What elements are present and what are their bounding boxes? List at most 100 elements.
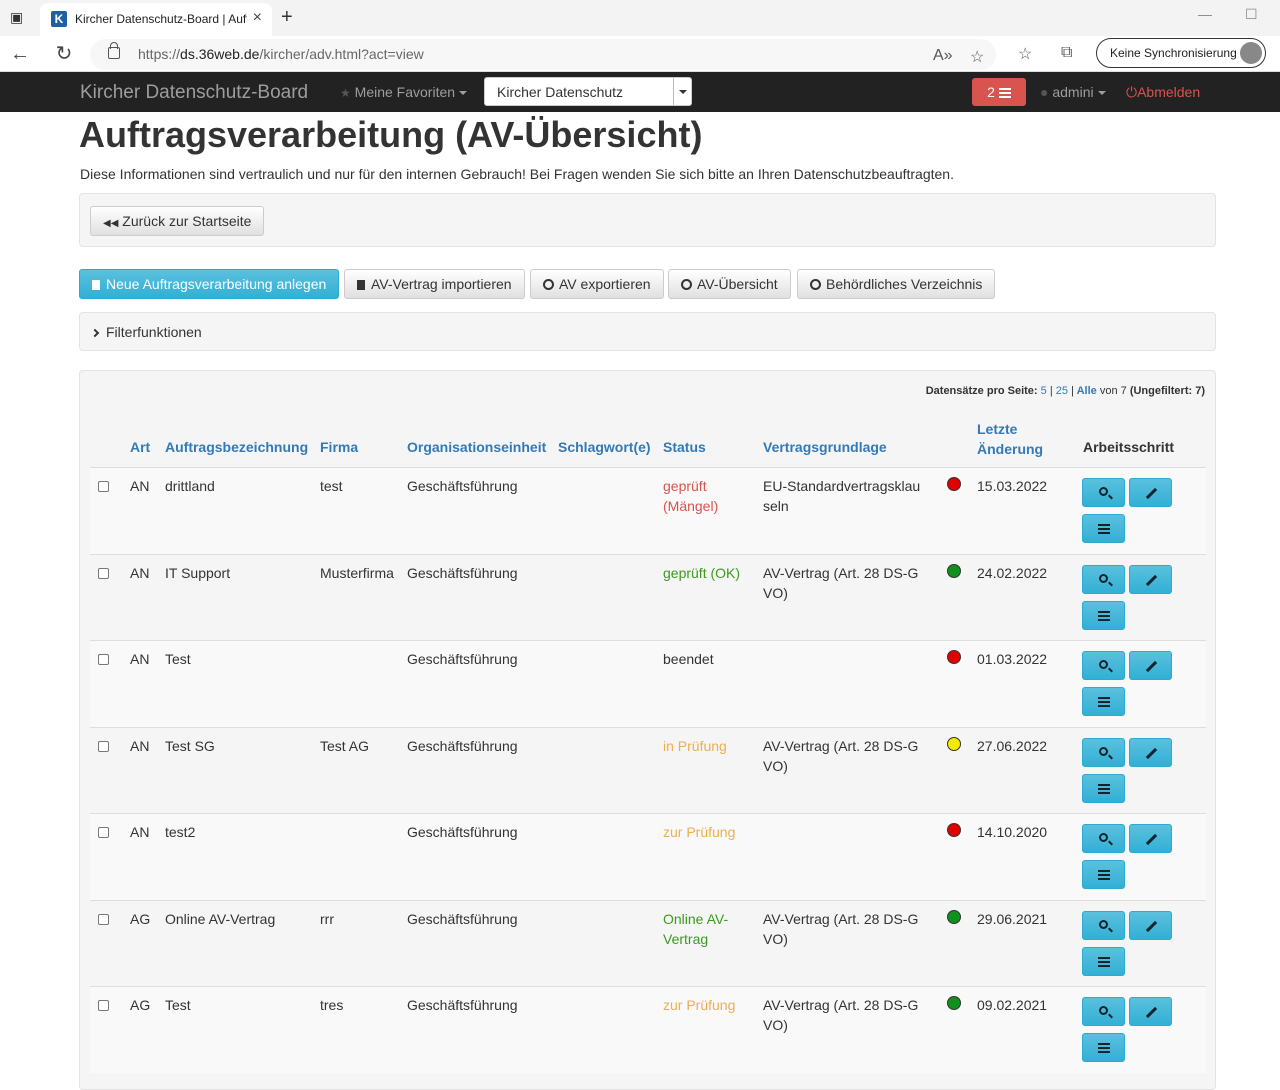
new-processing-button[interactable]: Neue Auftragsverarbeitung anlegen xyxy=(79,269,340,299)
view-button[interactable] xyxy=(1082,651,1125,680)
status-light-icon xyxy=(947,909,961,924)
th-letzte-aenderung[interactable]: Letzte Änderung xyxy=(977,419,1057,459)
cell-organisationseinheit: Geschäftsführung xyxy=(407,824,518,840)
read-aloud-icon[interactable]: A» xyxy=(933,47,953,65)
th-bezeichnung[interactable]: Auftragsbezeichnung xyxy=(165,437,308,457)
org-select[interactable]: Kircher Datenschutz xyxy=(484,77,692,106)
view-button[interactable] xyxy=(1082,478,1125,507)
page-size-all-link[interactable]: Alle xyxy=(1077,385,1097,397)
steps-button[interactable] xyxy=(1082,773,1125,803)
pencil-icon xyxy=(1145,1006,1158,1019)
steps-button[interactable] xyxy=(1082,514,1125,543)
row-checkbox[interactable] xyxy=(98,740,109,752)
table-panel: Datensätze pro Seite: 5 | 25 | Alle von … xyxy=(79,370,1216,1090)
row-checkbox[interactable] xyxy=(98,654,109,665)
maximize-icon[interactable]: ☐ xyxy=(1245,6,1258,23)
row-checkbox[interactable] xyxy=(98,913,109,925)
favorites-menu[interactable]: ★ Meine Favoriten xyxy=(340,84,468,100)
th-schlagworte[interactable]: Schlagwort(e) xyxy=(558,437,651,457)
search-icon xyxy=(1099,833,1108,842)
new-tab-icon[interactable]: + xyxy=(281,6,293,29)
th-status[interactable]: Status xyxy=(663,437,706,457)
minimize-icon[interactable]: — xyxy=(1198,6,1212,22)
add-favorite-icon[interactable]: ☆ xyxy=(970,47,984,67)
edit-button[interactable] xyxy=(1129,651,1172,680)
url-field[interactable]: https://ds.36web.de/kircher/adv.html?act… xyxy=(90,39,996,70)
cell-bezeichnung: test2 xyxy=(165,824,196,840)
cell-art: AG xyxy=(130,997,151,1013)
list-icon xyxy=(1098,956,1110,967)
view-button[interactable] xyxy=(1082,997,1125,1026)
table-row: AN IT Support Musterfirma Geschäftsführung g… xyxy=(90,553,1206,641)
browser-tab[interactable]: K Kircher Datenschutz-Board | Auftr × xyxy=(40,3,272,36)
status-light-icon xyxy=(947,650,961,664)
cell-status: zur Prüfung xyxy=(663,824,736,840)
view-button[interactable] xyxy=(1082,564,1125,594)
edit-button[interactable] xyxy=(1129,824,1172,853)
power-icon: ⏻ xyxy=(1126,84,1138,100)
notifications-button[interactable]: 2 xyxy=(972,78,1026,106)
registry-button[interactable]: Behördliches Verzeichnis xyxy=(797,269,996,299)
paging-total: von 7 xyxy=(1099,385,1127,397)
cell-letzte-aenderung: 14.10.2020 xyxy=(977,824,1048,840)
page-size-25-link[interactable]: 25 xyxy=(1056,385,1068,397)
row-checkbox[interactable] xyxy=(98,827,109,838)
cell-firma: Test AG xyxy=(320,737,370,754)
sync-button[interactable]: Keine Synchronisierung xyxy=(1096,38,1266,68)
import-contract-button[interactable]: AV-Vertrag importieren xyxy=(344,269,525,299)
back-icon[interactable]: ← xyxy=(8,42,32,66)
collections-icon[interactable]: ⧉ xyxy=(1061,44,1072,62)
th-organisationseinheit[interactable]: Organisationseinheit xyxy=(407,437,546,457)
edit-button[interactable] xyxy=(1129,997,1172,1026)
filter-toggle[interactable]: Filterfunktionen xyxy=(90,324,202,340)
search-icon xyxy=(1099,487,1108,496)
edit-button[interactable] xyxy=(1129,910,1172,940)
cell-vertragsgrundlage: AV-Vertrag (Art. 28 DS-GVO) xyxy=(763,564,919,601)
th-firma[interactable]: Firma xyxy=(320,437,358,457)
steps-button[interactable] xyxy=(1082,687,1125,716)
back-to-start-button[interactable]: ◀◀ Zurück zur Startseite xyxy=(90,206,265,236)
chevron-right-icon xyxy=(90,328,100,338)
favorites-icon[interactable]: ☆ xyxy=(1018,44,1032,64)
overview-button[interactable]: AV-Übersicht xyxy=(668,269,791,299)
page-size-5-link[interactable]: 5 xyxy=(1041,385,1047,397)
close-tab-icon[interactable]: × xyxy=(253,9,262,27)
window-menu-icon[interactable]: ▣ xyxy=(10,9,23,26)
view-button[interactable] xyxy=(1082,910,1125,940)
edit-button[interactable] xyxy=(1129,478,1172,507)
steps-button[interactable] xyxy=(1082,946,1125,976)
url-text: https://ds.36web.de/kircher/adv.html?act… xyxy=(138,46,424,62)
export-button[interactable]: AV exportieren xyxy=(530,269,664,299)
file-icon xyxy=(92,280,100,290)
caret-down-icon xyxy=(459,91,468,96)
steps-button[interactable] xyxy=(1082,1033,1125,1062)
caret-down-icon xyxy=(1097,91,1106,96)
logout-label: Abmelden xyxy=(1137,84,1201,100)
pencil-icon xyxy=(1145,487,1158,500)
paging-label: Datensätze pro Seite: xyxy=(925,385,1038,397)
filter-well: Filterfunktionen xyxy=(79,312,1216,351)
logout-link[interactable]: ⏻Abmelden xyxy=(1126,84,1200,101)
reload-icon[interactable]: ↻ xyxy=(52,42,76,66)
user-menu[interactable]: ● admini xyxy=(1040,84,1106,100)
status-light-icon xyxy=(947,563,961,578)
cell-letzte-aenderung: 29.06.2021 xyxy=(977,910,1048,927)
th-art[interactable]: Art xyxy=(130,437,150,457)
pencil-icon xyxy=(1145,574,1158,586)
info-circle-icon xyxy=(543,279,554,290)
row-checkbox[interactable] xyxy=(98,481,109,492)
view-button[interactable] xyxy=(1082,824,1125,853)
th-vertragsgrundlage[interactable]: Vertragsgrundlage xyxy=(763,437,887,457)
row-checkbox[interactable] xyxy=(98,567,109,579)
edit-button[interactable] xyxy=(1129,564,1172,594)
brand-link[interactable]: Kircher Datenschutz-Board xyxy=(80,82,308,104)
cell-firma: rrr xyxy=(320,910,334,927)
list-icon xyxy=(1098,697,1110,707)
row-checkbox[interactable] xyxy=(98,1000,109,1011)
steps-button[interactable] xyxy=(1082,600,1125,630)
cell-firma: Musterfirma xyxy=(320,564,394,581)
view-button[interactable] xyxy=(1082,737,1125,767)
edit-button[interactable] xyxy=(1129,737,1172,767)
steps-button[interactable] xyxy=(1082,860,1125,889)
cell-letzte-aenderung: 24.02.2022 xyxy=(977,564,1048,581)
